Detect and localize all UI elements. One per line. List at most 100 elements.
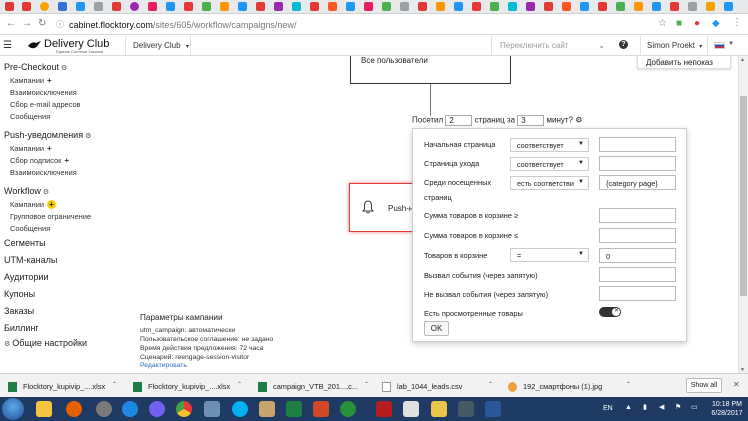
taskbar-powerpoint[interactable] <box>307 399 335 419</box>
sidebar-item-workflow-group-limit[interactable]: Групповое ограничение <box>10 212 91 221</box>
chevron-up-icon[interactable]: ⌃ <box>364 381 369 388</box>
tab-icon[interactable] <box>724 2 733 11</box>
switch-site-select[interactable]: Переключить сайт ⌄ <box>491 36 611 55</box>
taskbar-media[interactable] <box>90 399 118 419</box>
site-select[interactable]: Delivery Club ▾ <box>125 36 191 55</box>
tab-icon[interactable] <box>580 2 589 11</box>
minutes-input[interactable]: 3 <box>517 115 545 126</box>
star-icon[interactable]: ☆ <box>658 19 667 29</box>
tab-icon[interactable] <box>526 2 535 11</box>
tab-icon[interactable] <box>310 2 319 11</box>
tab-icon[interactable] <box>238 2 247 11</box>
chevron-up-icon[interactable]: ⌃ <box>488 381 493 388</box>
taskbar-app[interactable] <box>334 399 362 419</box>
tab-icon[interactable] <box>472 2 481 11</box>
sidebar-section-coupons[interactable]: Купоны <box>4 289 35 299</box>
sidebar-item-prechk-exclusions[interactable]: Взаимоисключения <box>10 88 77 97</box>
network-icon[interactable]: ▮ <box>643 403 647 411</box>
volume-icon[interactable]: ◀ <box>659 403 664 411</box>
tab-icon[interactable] <box>76 2 85 11</box>
sidebar-item-prechk-email[interactable]: Сбор e-mail адресов <box>10 100 80 109</box>
gear-icon[interactable]: ⚙ <box>85 133 91 140</box>
tab-icon[interactable] <box>436 2 445 11</box>
sidebar-section-workflow[interactable]: Workflow ⚙ <box>4 186 49 196</box>
sidebar-item-push-campaigns[interactable]: Кампании + <box>10 144 52 153</box>
tab-icon[interactable] <box>274 2 283 11</box>
tab-icon[interactable] <box>130 2 139 11</box>
sidebar-item-push-exclusions[interactable]: Взаимоисключения <box>10 168 77 177</box>
push-node[interactable]: Push-н <box>349 183 415 232</box>
download-item[interactable]: Flocktory_kupivip_....xlsx ⌃ <box>133 374 253 398</box>
extension-icon[interactable]: ● <box>694 19 700 29</box>
tab-icon[interactable] <box>40 2 49 11</box>
start-page-operator[interactable]: соответствует ▼ <box>510 138 589 152</box>
forward-arrow-icon[interactable]: → <box>22 19 32 29</box>
sidebar-section-push[interactable]: Push-уведомления ⚙ <box>4 130 91 140</box>
flag-icon[interactable]: ⚑ <box>675 403 681 411</box>
tray-arrow-icon[interactable]: ▲ <box>625 404 632 411</box>
sidebar-section-segments[interactable]: Сегменты <box>4 238 46 248</box>
sidebar-section-settings[interactable]: ⚙ Общие настройки <box>4 338 87 348</box>
tab-icon[interactable] <box>490 2 499 11</box>
help-icon[interactable]: ? <box>619 40 628 49</box>
tab-icon[interactable] <box>508 2 517 11</box>
viewed-items-toggle[interactable]: ✕ <box>599 307 621 317</box>
plus-icon[interactable]: + <box>47 144 52 153</box>
show-all-button[interactable]: Show all <box>686 378 722 393</box>
params-edit-link[interactable]: Редактировать <box>140 362 340 369</box>
taskbar-app[interactable] <box>397 399 425 419</box>
events-fired-input[interactable] <box>599 267 676 282</box>
hamburger-icon[interactable]: ☰ <box>3 40 12 51</box>
taskbar-app[interactable] <box>370 399 398 419</box>
plus-icon[interactable]: + <box>64 156 69 165</box>
scroll-up-icon[interactable]: ▲ <box>740 57 745 63</box>
gmail-tab-icon[interactable] <box>22 2 31 11</box>
ok-button[interactable]: OK <box>424 321 449 336</box>
page-info-icon[interactable]: ⓘ <box>56 20 64 30</box>
taskbar-app[interactable] <box>253 399 281 419</box>
taskbar-ie[interactable] <box>116 399 144 419</box>
visited-pages-operator[interactable]: есть соответстви ▼ <box>510 176 589 190</box>
tab-icon[interactable] <box>706 2 715 11</box>
tab-icon[interactable] <box>454 2 463 11</box>
taskbar-viber[interactable] <box>143 399 171 419</box>
tab-icon[interactable] <box>346 2 355 11</box>
cart-sum-lte-input[interactable] <box>599 228 676 243</box>
chevron-up-icon[interactable]: ⌃ <box>626 381 631 388</box>
tab-icon[interactable] <box>112 2 121 11</box>
tab-icon[interactable] <box>670 2 679 11</box>
start-button[interactable] <box>2 398 24 420</box>
tab-icon[interactable] <box>418 2 427 11</box>
sidebar-item-prechk-messages[interactable]: Сообщения <box>10 112 50 121</box>
chevron-down-icon[interactable]: ▼ <box>728 41 734 47</box>
tab-icon[interactable] <box>94 2 103 11</box>
tab-icon[interactable] <box>220 2 229 11</box>
download-item[interactable]: Flocktory_kupivip_....xlsx ⌃ <box>8 374 128 398</box>
reload-icon[interactable]: ↻ <box>38 19 46 29</box>
tab-icon[interactable] <box>58 2 67 11</box>
tab-icon[interactable] <box>184 2 193 11</box>
sidebar-item-prechk-campaigns[interactable]: Кампании + <box>10 76 52 85</box>
sidebar-section-prechk[interactable]: Pre-Checkout ⚙ <box>4 62 67 72</box>
all-users-node[interactable]: Все пользователи <box>350 56 511 84</box>
tab-icon[interactable] <box>166 2 175 11</box>
tab-icon[interactable] <box>544 2 553 11</box>
tab-icon[interactable] <box>688 2 697 11</box>
sidebar-section-billing[interactable]: Биллинг <box>4 323 39 333</box>
russian-flag-icon[interactable] <box>714 42 725 49</box>
taskbar-app[interactable] <box>198 399 226 419</box>
tab-icon[interactable] <box>256 2 265 11</box>
page-scrollbar[interactable]: ▲ ▼ <box>738 56 748 374</box>
tab-icon[interactable] <box>292 2 301 11</box>
taskbar-word[interactable] <box>479 399 507 419</box>
sidebar-section-orders[interactable]: Заказы <box>4 306 34 316</box>
sidebar-item-workflow-campaigns[interactable]: Кампании + <box>10 200 56 209</box>
taskbar-skype[interactable] <box>226 399 254 419</box>
language-indicator[interactable]: EN <box>603 405 613 412</box>
sidebar-section-utm[interactable]: UTM-каналы <box>4 255 57 265</box>
taskbar-excel[interactable] <box>280 399 308 419</box>
taskbar-firefox[interactable] <box>60 399 88 419</box>
tab-icon[interactable] <box>400 2 409 11</box>
cart-count-operator[interactable]: = ▼ <box>510 248 589 262</box>
exit-page-input[interactable] <box>599 156 676 171</box>
